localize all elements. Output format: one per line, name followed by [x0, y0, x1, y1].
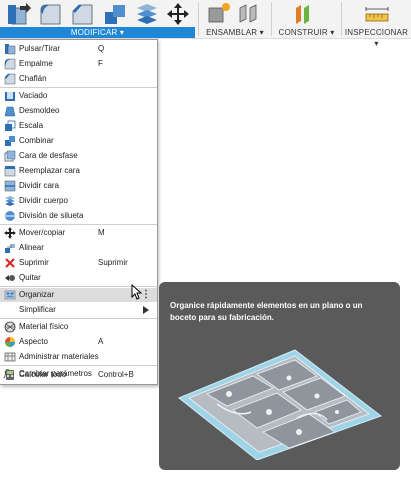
- menu-item-label: Dividir cuerpo: [19, 196, 68, 205]
- menu-item-administrar-materiales[interactable]: Administrar materiales: [0, 350, 157, 364]
- menu-item-empalme[interactable]: Empalme F: [0, 57, 157, 71]
- construir-menu-button[interactable]: CONSTRUIR ▾: [272, 27, 341, 38]
- menu-item-dividir-cara[interactable]: Dividir cara: [0, 179, 157, 193]
- mouse-cursor-icon: [131, 284, 143, 300]
- menu-item-simplificar[interactable]: Simplificar: [0, 303, 157, 317]
- menu-item-label: Simplificar: [19, 305, 56, 314]
- ensamblar-menu-button[interactable]: ENSAMBLAR ▾: [199, 27, 271, 38]
- menu-divider: [0, 224, 157, 225]
- menu-divider: [0, 318, 157, 319]
- measure-icon[interactable]: [364, 2, 390, 26]
- menu-item-pulsar-tirar[interactable]: Pulsar/Tirar Q: [0, 42, 157, 56]
- split-body-icon: [5, 196, 15, 206]
- offset-plane-icon[interactable]: [292, 2, 316, 26]
- organizar-tooltip: Organice rápidamente elementos en un pla…: [159, 282, 400, 470]
- modificar-dropdown-menu: Pulsar/Tirar Q Empalme F Chaflán Vaciado…: [0, 39, 158, 385]
- menu-item-quitar[interactable]: Quitar: [0, 271, 157, 285]
- shell-icon: [5, 92, 15, 101]
- menu-item-label: Vaciado: [19, 91, 48, 100]
- menu-item-combinar[interactable]: Combinar: [0, 134, 157, 148]
- split-face-icon: [4, 180, 16, 192]
- menu-item-label: Material físico: [19, 322, 69, 331]
- menu-item-cara-de-desfase[interactable]: Cara de desfase: [0, 149, 157, 163]
- menu-item-label: Desmoldeo: [19, 106, 60, 115]
- fillet-icon[interactable]: [38, 2, 64, 26]
- menu-item-label: Empalme: [19, 59, 53, 68]
- offset-face-icon: [4, 150, 16, 162]
- menu-item-label: Mover/copiar: [19, 228, 66, 237]
- new-component-icon[interactable]: [206, 2, 232, 26]
- menu-item-suprimir[interactable]: Suprimir Suprimir: [0, 256, 157, 270]
- tooltip-text: Organice rápidamente elementos en un pla…: [170, 301, 363, 322]
- joint-icon[interactable]: [236, 2, 260, 26]
- menu-item-calcular-todo[interactable]: Calcular todo Control+B: [0, 368, 157, 382]
- move-icon[interactable]: [166, 2, 190, 26]
- align-icon: [5, 244, 15, 253]
- physical-material-icon: [4, 321, 16, 333]
- menu-item-dividir-cuerpo[interactable]: Dividir cuerpo: [0, 194, 157, 208]
- menu-item-escala[interactable]: Escala: [0, 119, 157, 133]
- scale-icon: [5, 120, 16, 131]
- menu-item-shortcut: A: [98, 337, 104, 346]
- menu-item-aspecto[interactable]: Aspecto A: [0, 335, 157, 349]
- delete-icon: [5, 258, 15, 268]
- menu-item-label: Cara de desfase: [19, 151, 78, 160]
- combine-icon: [5, 136, 15, 146]
- menu-item-label: Dividir cara: [19, 181, 60, 190]
- menu-divider: [0, 365, 157, 366]
- menu-item-reemplazar-cara[interactable]: Reemplazar cara: [0, 164, 157, 178]
- combine-icon[interactable]: [102, 2, 128, 26]
- menu-item-label: Quitar: [19, 273, 41, 282]
- menu-item-alinear[interactable]: Alinear: [0, 241, 157, 255]
- replace-face-icon: [4, 166, 16, 177]
- menu-item-shortcut: Control+B: [98, 370, 134, 379]
- menu-item-division-de-silueta[interactable]: División de silueta: [0, 209, 157, 223]
- menu-item-chaflan[interactable]: Chaflán: [0, 72, 157, 86]
- menu-item-label: Organizar: [19, 290, 55, 299]
- menu-item-shortcut: F: [98, 59, 103, 68]
- menu-item-label: División de silueta: [19, 211, 84, 220]
- chamfer-icon: [4, 73, 16, 85]
- modificar-menu-button[interactable]: MODIFICAR ▾: [0, 27, 195, 38]
- inspeccionar-menu-button[interactable]: INSPECCIONAR ▾: [342, 27, 411, 48]
- press-pull-icon[interactable]: [6, 2, 32, 26]
- move-icon: [4, 227, 16, 239]
- menu-item-label: Pulsar/Tirar: [19, 44, 61, 53]
- menu-divider: [0, 87, 157, 88]
- menu-item-label: Reemplazar cara: [19, 166, 80, 175]
- manage-materials-icon: [4, 352, 16, 362]
- menu-item-vaciado[interactable]: Vaciado: [0, 89, 157, 103]
- compute-all-icon: [6, 370, 14, 380]
- menu-item-shortcut: Suprimir: [98, 258, 128, 267]
- menu-item-shortcut: Q: [98, 44, 105, 53]
- draft-icon: [4, 106, 16, 117]
- toolbar: MODIFICAR ▾ ENSAMBLAR ▾ CONSTRUIR ▾ INSP…: [0, 0, 411, 48]
- submenu-arrow-icon: [143, 306, 149, 314]
- arrange-preview-image: [178, 349, 382, 460]
- split-body-icon[interactable]: [134, 2, 160, 26]
- menu-item-label: Alinear: [19, 243, 44, 252]
- remove-icon: [5, 275, 15, 281]
- fillet-icon: [4, 58, 16, 70]
- chamfer-icon[interactable]: [70, 2, 96, 26]
- menu-item-desmoldeo[interactable]: Desmoldeo: [0, 104, 157, 118]
- menu-item-label: Chaflán: [19, 74, 47, 83]
- menu-item-label: Administrar materiales: [19, 352, 99, 361]
- arrange-icon: [4, 290, 16, 300]
- menu-item-label: Suprimir: [19, 258, 49, 267]
- silhouette-split-icon: [5, 211, 15, 221]
- menu-item-label: Aspecto: [19, 337, 48, 346]
- appearance-icon: [5, 337, 15, 347]
- menu-item-mover-copiar[interactable]: Mover/copiar M: [0, 226, 157, 240]
- press-pull-icon: [5, 44, 16, 55]
- menu-item-shortcut: M: [98, 228, 105, 237]
- menu-item-label: Combinar: [19, 136, 54, 145]
- menu-item-label: Escala: [19, 121, 44, 130]
- menu-item-material-fisico[interactable]: Material físico: [0, 320, 157, 334]
- menu-item-label: Calcular todo: [19, 370, 67, 379]
